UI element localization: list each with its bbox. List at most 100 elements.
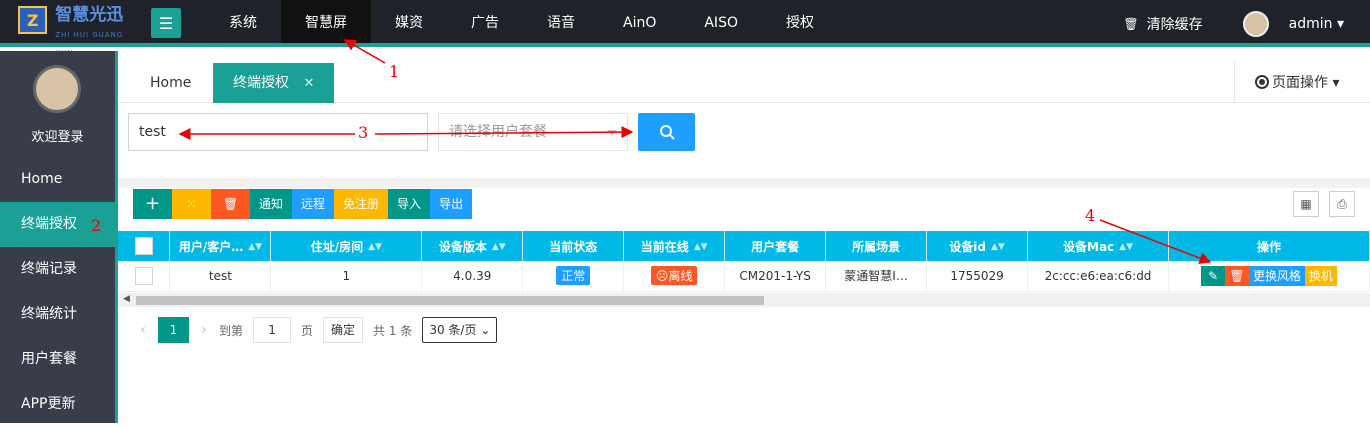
brand-logo[interactable]: Z 智慧光迅 ZHI HUI GUANG XUN bbox=[18, 5, 142, 57]
add-button[interactable]: + bbox=[133, 189, 172, 219]
page-operations-label: 页面操作 ▾ bbox=[1272, 75, 1340, 91]
package-select-placeholder: 请选择用户套餐 bbox=[449, 124, 547, 140]
col-package: 用户套餐 bbox=[724, 231, 827, 261]
user-avatar[interactable] bbox=[1242, 10, 1269, 37]
col-room[interactable]: 住址/房间 ▲▼ bbox=[270, 231, 423, 261]
remote-button[interactable]: 远程 bbox=[292, 189, 335, 219]
search-button[interactable] bbox=[638, 113, 695, 151]
loading-button[interactable]: ⁙ bbox=[172, 189, 211, 219]
sort-icon[interactable]: ▲▼ bbox=[694, 242, 708, 252]
notify-button[interactable]: 通知 bbox=[250, 189, 293, 219]
nav-item-smart-screen[interactable]: 智慧屏 bbox=[281, 0, 371, 47]
search-icon bbox=[659, 125, 675, 140]
total-count: 共 1 条 bbox=[373, 323, 413, 338]
clear-cache-label: 清除缓存 bbox=[1146, 16, 1203, 33]
goto-page-input[interactable]: 1 bbox=[253, 317, 292, 343]
col-mac[interactable]: 设备Mac ▲▼ bbox=[1027, 231, 1169, 261]
pagination: ‹ 1 › 到第 1 页 确定 共 1 条 30 条/页 ⌄ bbox=[128, 316, 498, 344]
top-header: Z 智慧光迅 ZHI HUI GUANG XUN ☰ 系统 智慧屏 媒资 广告 … bbox=[0, 0, 1370, 57]
cell-mac: 2c:cc:e6:ea:c6:dd bbox=[1027, 261, 1169, 292]
col-scene: 所属场景 bbox=[825, 231, 928, 261]
change-style-button[interactable]: 更换风格 bbox=[1248, 265, 1305, 286]
goto-confirm-button[interactable]: 确定 bbox=[323, 317, 364, 343]
col-online[interactable]: 当前在线 ▲▼ bbox=[623, 231, 726, 261]
sidebar-avatar bbox=[33, 65, 81, 113]
annotation-4: 4 bbox=[1085, 206, 1096, 225]
free-register-button[interactable]: 免注册 bbox=[334, 189, 389, 219]
current-page[interactable]: 1 bbox=[158, 317, 189, 343]
nav-item-aiso[interactable]: AISO bbox=[680, 0, 762, 47]
switch-device-button[interactable]: 换机 bbox=[1304, 265, 1337, 286]
sidebar-item-terminal-records[interactable]: 终端记录 bbox=[0, 247, 115, 292]
row-checkbox[interactable] bbox=[134, 266, 153, 285]
package-select[interactable]: 请选择用户套餐 bbox=[438, 113, 628, 151]
sidebar-item-app-update[interactable]: APP更新 bbox=[0, 382, 115, 427]
cell-device-id: 1755029 bbox=[926, 261, 1029, 292]
scrollbar-thumb[interactable] bbox=[136, 296, 764, 305]
sidebar-item-home[interactable]: Home bbox=[0, 157, 115, 202]
annotation-2: 2 bbox=[91, 216, 102, 235]
scroll-left-icon[interactable]: ◀ bbox=[123, 294, 130, 304]
table-toolbar: + ⁙ 🗑 通知 远程 免注册 导入 导出 bbox=[133, 189, 473, 219]
clear-cache-button[interactable]: 🗑 清除缓存 bbox=[1123, 14, 1202, 34]
nav-item-license[interactable]: 授权 bbox=[762, 0, 838, 47]
col-device-id[interactable]: 设备id ▲▼ bbox=[926, 231, 1029, 261]
tab-terminal-license[interactable]: 终端授权 ✕ bbox=[213, 63, 335, 103]
goto-label: 到第 bbox=[219, 323, 244, 338]
nav-item-voice[interactable]: 语音 bbox=[523, 0, 599, 47]
next-page-button[interactable]: › bbox=[189, 322, 219, 338]
tab-label: 终端授权 bbox=[233, 75, 289, 91]
print-icon[interactable]: ⎙ bbox=[1329, 191, 1355, 217]
delete-button[interactable]: 🗑 bbox=[211, 189, 250, 219]
col-actions: 操作 bbox=[1168, 231, 1370, 261]
cell-room: 1 bbox=[270, 261, 423, 292]
per-page-select[interactable]: 30 条/页 ⌄ bbox=[422, 317, 498, 343]
menu-toggle-button[interactable]: ☰ bbox=[151, 8, 181, 38]
import-button[interactable]: 导入 bbox=[388, 189, 431, 219]
welcome-text: 欢迎登录 bbox=[31, 130, 84, 145]
sidebar-item-terminal-stats[interactable]: 终端统计 bbox=[0, 292, 115, 337]
select-all-checkbox[interactable] bbox=[134, 237, 153, 255]
page-unit: 页 bbox=[301, 323, 314, 338]
sort-icon[interactable]: ▲▼ bbox=[991, 242, 1005, 252]
tab-bar: Home 终端授权 ✕ 页面操作 ▾ bbox=[118, 51, 1370, 103]
cell-actions: ✎ 🗑 更换风格 换机 bbox=[1168, 261, 1370, 292]
annotation-3: 3 bbox=[358, 123, 369, 142]
sidebar-item-user-package[interactable]: 用户套餐 bbox=[0, 337, 115, 382]
horizontal-scrollbar[interactable]: ◀ bbox=[118, 293, 1370, 307]
sort-icon[interactable]: ▲▼ bbox=[492, 242, 506, 252]
prev-page-button[interactable]: ‹ bbox=[128, 322, 158, 338]
top-nav: 系统 智慧屏 媒资 广告 语音 AinO AISO 授权 bbox=[205, 0, 838, 47]
sort-icon[interactable]: ▲▼ bbox=[368, 242, 382, 252]
cell-package: CM201-1-YS bbox=[724, 261, 827, 292]
sort-icon[interactable]: ▲▼ bbox=[248, 242, 262, 252]
nav-item-system[interactable]: 系统 bbox=[205, 0, 281, 47]
col-version[interactable]: 设备版本 ▲▼ bbox=[421, 231, 524, 261]
target-icon bbox=[1255, 75, 1269, 89]
user-menu[interactable]: admin ▾ bbox=[1289, 16, 1344, 32]
online-badge: ☹离线 bbox=[650, 266, 698, 286]
sort-icon[interactable]: ▲▼ bbox=[1119, 242, 1133, 252]
chevron-down-icon bbox=[607, 130, 617, 136]
sidebar: 欢迎登录 Home 终端授权 终端记录 终端统计 用户套餐 APP更新 bbox=[0, 51, 118, 423]
close-icon[interactable]: ✕ bbox=[303, 76, 314, 91]
logo-text: 智慧光迅 bbox=[55, 5, 124, 25]
table-row[interactable]: test 1 4.0.39 正常 ☹离线 CM201-1-YS 蒙通智慧I… 1… bbox=[118, 261, 1370, 292]
cell-version: 4.0.39 bbox=[421, 261, 524, 292]
edit-button[interactable]: ✎ bbox=[1200, 265, 1225, 286]
nav-item-aino[interactable]: AinO bbox=[599, 0, 680, 47]
columns-icon[interactable]: ▦ bbox=[1293, 191, 1319, 217]
tab-home[interactable]: Home bbox=[130, 63, 211, 103]
main-content: Home 终端授权 ✕ 页面操作 ▾ test 请选择用户套餐 + ⁙ 🗑 通知… bbox=[118, 51, 1370, 423]
row-delete-button[interactable]: 🗑 bbox=[1224, 265, 1249, 286]
page-operations-dropdown[interactable]: 页面操作 ▾ bbox=[1234, 61, 1370, 103]
nav-item-ads[interactable]: 广告 bbox=[447, 0, 523, 47]
nav-item-media[interactable]: 媒资 bbox=[371, 0, 447, 47]
status-badge: 正常 bbox=[556, 266, 591, 286]
table-header-row: 用户/客户… ▲▼ 住址/房间 ▲▼ 设备版本 ▲▼ 当前状态 当前在线 ▲▼ 用户套餐… bbox=[118, 231, 1370, 261]
col-user[interactable]: 用户/客户… ▲▼ bbox=[169, 231, 272, 261]
terminal-table: 用户/客户… ▲▼ 住址/房间 ▲▼ 设备版本 ▲▼ 当前状态 当前在线 ▲▼ 用户套餐… bbox=[118, 231, 1370, 292]
cell-scene: 蒙通智慧I… bbox=[825, 261, 928, 292]
export-button[interactable]: 导出 bbox=[430, 189, 473, 219]
search-input[interactable]: test bbox=[128, 113, 428, 151]
